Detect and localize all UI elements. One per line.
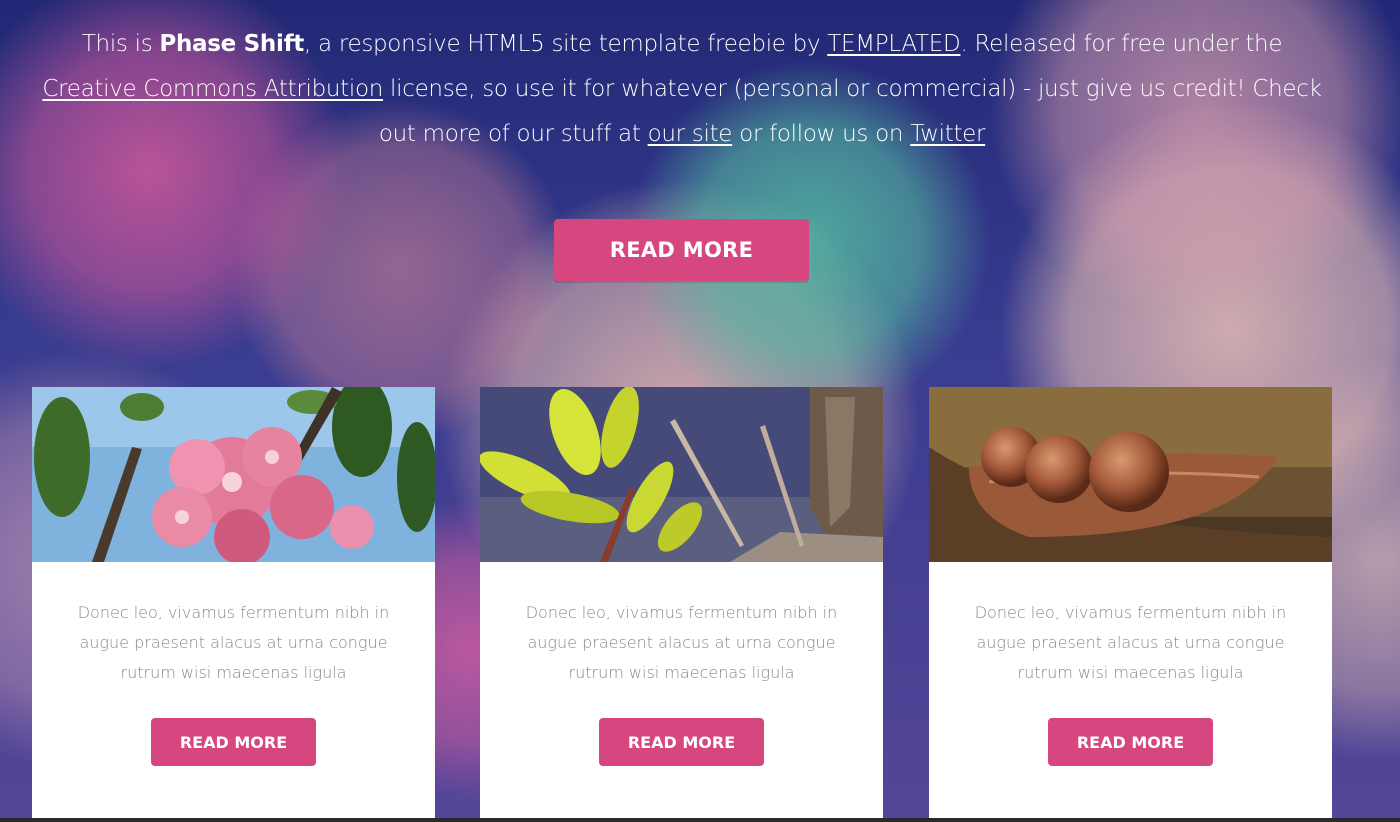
card-2: Donec leo, vivamus fermentum nibh in aug… (480, 387, 883, 822)
page: This is Phase Shift, a responsive HTML5 … (0, 0, 1400, 822)
twitter-link[interactable]: Twitter (910, 121, 985, 147)
card-2-image-leaves (480, 387, 883, 562)
card-1-read-more-button[interactable]: READ MORE (151, 718, 316, 766)
card-3-read-more-button[interactable]: READ MORE (1048, 718, 1213, 766)
card-3-text: Donec leo, vivamus fermentum nibh in aug… (974, 603, 1287, 682)
templated-link[interactable]: TEMPLATED (827, 31, 960, 57)
hero-read-more-button[interactable]: READ MORE (554, 219, 809, 281)
bottom-bar (0, 818, 1400, 822)
card-3: Donec leo, vivamus fermentum nibh in aug… (929, 387, 1332, 822)
intro-text-5: or follow us on (732, 121, 911, 147)
card-2-read-more-button[interactable]: READ MORE (599, 718, 764, 766)
card-1-image-flowers (32, 387, 435, 562)
creative-commons-link[interactable]: Creative Commons Attribution (42, 76, 383, 102)
intro-paragraph: This is Phase Shift, a responsive HTML5 … (40, 22, 1324, 157)
card-1: Donec leo, vivamus fermentum nibh in aug… (32, 387, 435, 822)
our-site-link[interactable]: our site (648, 121, 733, 147)
card-2-text: Donec leo, vivamus fermentum nibh in aug… (525, 603, 838, 682)
card-3-image-seeds (929, 387, 1332, 562)
intro-text-1: This is (81, 31, 160, 57)
brand-name: Phase Shift (159, 31, 304, 57)
intro-text-2: , a responsive HTML5 site template freeb… (304, 31, 828, 57)
intro-text-3: . Released for free under the (960, 31, 1283, 57)
card-1-text: Donec leo, vivamus fermentum nibh in aug… (77, 603, 390, 682)
